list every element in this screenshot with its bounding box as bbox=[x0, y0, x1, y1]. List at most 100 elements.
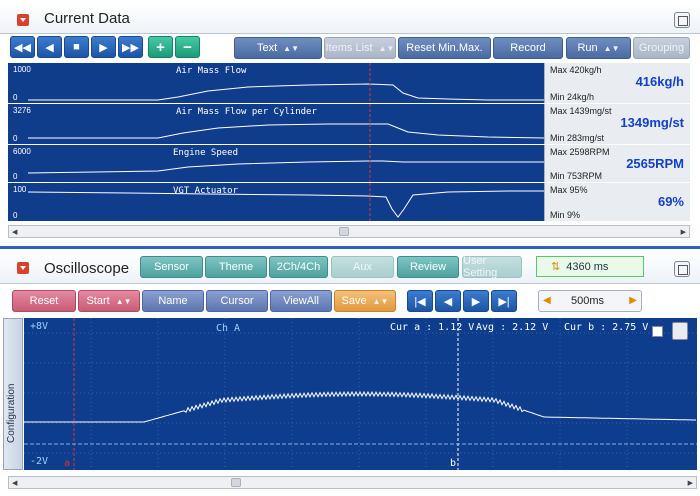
current-data-header: Current Data bbox=[0, 4, 700, 34]
channel-mode-label: 2Ch/4Ch bbox=[276, 261, 321, 273]
record-label: Record bbox=[510, 42, 546, 54]
updown-icon: ▲▼ bbox=[283, 43, 300, 53]
cursor-b-marker[interactable]: b bbox=[450, 458, 456, 469]
oscilloscope-display[interactable]: +8V -2V Ch A a b Cur a : 1.12 V Avg : 2.… bbox=[24, 318, 697, 470]
window-restore-icon[interactable] bbox=[674, 12, 690, 28]
channel-trace bbox=[28, 104, 544, 144]
channel-mode-tab[interactable]: 2Ch/4Ch bbox=[269, 256, 328, 278]
name-label: Name bbox=[158, 295, 188, 307]
fast-forward-button[interactable]: ▶▶ bbox=[118, 36, 143, 58]
updown-icon: ▲▼ bbox=[115, 296, 132, 306]
items-list-dropdown[interactable]: Items List ▲▼ bbox=[324, 37, 396, 59]
theme-tab[interactable]: Theme bbox=[205, 256, 267, 278]
review-tab[interactable]: Review bbox=[397, 256, 459, 278]
grouping-label: Grouping bbox=[638, 42, 685, 54]
min-value: Min 24kg/h bbox=[550, 92, 595, 102]
current-value: 1349mg/st bbox=[620, 115, 684, 130]
reset-button[interactable]: Reset bbox=[12, 290, 76, 312]
channel-label: Ch A bbox=[216, 323, 241, 334]
channel-strip-2[interactable]: 3276 0 Air Mass Flow per Cylinder Max 14… bbox=[8, 104, 690, 144]
scroll-thumb[interactable] bbox=[339, 227, 349, 236]
name-button[interactable]: Name bbox=[142, 290, 204, 312]
step-back-icon: ◀ bbox=[45, 41, 54, 54]
max-value: Max 1439mg/st bbox=[550, 106, 612, 116]
run-label: Run bbox=[577, 42, 598, 54]
upper-voltage-label: +8V bbox=[30, 321, 49, 332]
timebase-value: 500ms bbox=[571, 295, 605, 307]
current-data-title: Current Data bbox=[44, 10, 130, 27]
cursor-a-marker[interactable]: a bbox=[64, 458, 70, 469]
text-dropdown[interactable]: Text ▲▼ bbox=[234, 37, 322, 59]
last-frame-icon: ▶| bbox=[498, 295, 510, 308]
channel-info: Max 95% 69% Min 9% bbox=[544, 183, 690, 221]
menu-icon[interactable] bbox=[672, 322, 688, 340]
first-frame-button[interactable]: |◀ bbox=[407, 290, 433, 312]
collapse-icon[interactable] bbox=[17, 262, 29, 274]
timer-icon: ⇅ bbox=[551, 261, 561, 273]
save-dropdown[interactable]: Save ▲▼ bbox=[334, 290, 396, 312]
channel-trace bbox=[27, 145, 544, 182]
time-readout: ⇅ 4360 ms bbox=[536, 256, 644, 277]
rewind-icon: ◀◀ bbox=[14, 41, 31, 54]
cursor-label: Cursor bbox=[220, 295, 254, 307]
scroll-thumb[interactable] bbox=[231, 478, 241, 487]
updown-icon: ▲▼ bbox=[603, 43, 620, 53]
app-root: Current Data ◀◀ ◀ ■ ▶ ▶▶ + − Text ▲▼ Item… bbox=[0, 0, 700, 496]
view-all-label: ViewAll bbox=[283, 295, 319, 307]
sensor-tab[interactable]: Sensor bbox=[140, 256, 203, 278]
average-readout: Avg : 2.12 V bbox=[476, 322, 549, 333]
channel-strip-1[interactable]: 1000 0 Air Mass Flow Max 420kg/h 416kg/h… bbox=[8, 63, 690, 103]
current-data-scrollbar[interactable]: ◀ ▶ bbox=[8, 225, 690, 238]
updown-icon: ▲▼ bbox=[378, 43, 395, 53]
channel-trace bbox=[28, 63, 544, 103]
user-setting-label: User Setting bbox=[463, 255, 498, 279]
scroll-right-icon[interactable]: ▶ bbox=[681, 228, 686, 236]
timebase-increase-icon[interactable]: ▶ bbox=[629, 295, 637, 306]
plus-icon: + bbox=[156, 38, 165, 56]
max-value: Max 420kg/h bbox=[550, 65, 602, 75]
last-frame-button[interactable]: ▶| bbox=[491, 290, 517, 312]
channel-info: Max 2598RPM 2565RPM Min 753RPM bbox=[544, 145, 690, 182]
prev-frame-button[interactable]: ◀ bbox=[435, 290, 461, 312]
grouping-button[interactable]: Grouping bbox=[633, 37, 690, 59]
cursor-button[interactable]: Cursor bbox=[206, 290, 268, 312]
remove-button[interactable]: − bbox=[175, 36, 200, 58]
user-setting-tab[interactable]: User Setting bbox=[462, 255, 522, 279]
play-button[interactable]: ▶ bbox=[91, 36, 116, 58]
sensor-tab-label: Sensor bbox=[154, 261, 189, 273]
add-button[interactable]: + bbox=[148, 36, 173, 58]
channel-strip-3[interactable]: 6000 0 Engine Speed Max 2598RPM 2565RPM … bbox=[8, 145, 690, 182]
fast-forward-icon: ▶▶ bbox=[122, 41, 139, 54]
run-dropdown[interactable]: Run ▲▼ bbox=[566, 37, 631, 59]
configuration-tab[interactable]: Configuration bbox=[3, 318, 23, 470]
display-toggle-checkbox[interactable] bbox=[652, 326, 663, 337]
reset-label: Reset bbox=[29, 295, 59, 307]
min-value: Min 9% bbox=[550, 210, 581, 220]
record-button[interactable]: Record bbox=[493, 37, 563, 59]
channel-info: Max 1439mg/st 1349mg/st Min 283mg/st bbox=[544, 104, 690, 144]
first-frame-icon: |◀ bbox=[414, 295, 426, 308]
channel-strip-4[interactable]: 100 0 VGT Actuator Max 95% 69% Min 9% bbox=[8, 183, 690, 221]
scroll-right-icon[interactable]: ▶ bbox=[688, 479, 693, 487]
step-back-button[interactable]: ◀ bbox=[37, 36, 62, 58]
stop-button[interactable]: ■ bbox=[64, 36, 89, 58]
current-value: 69% bbox=[657, 194, 684, 209]
section-divider bbox=[0, 246, 700, 249]
timebase-selector[interactable]: ◀ 500ms ▶ bbox=[538, 290, 642, 312]
reset-minmax-button[interactable]: Reset Min.Max. bbox=[398, 37, 491, 59]
scroll-left-icon[interactable]: ◀ bbox=[12, 228, 17, 236]
next-frame-icon: ▶ bbox=[471, 295, 481, 308]
lower-voltage-label: -2V bbox=[30, 456, 49, 467]
current-value: 2565RPM bbox=[626, 156, 684, 171]
aux-tab[interactable]: Aux bbox=[331, 256, 394, 278]
scroll-left-icon[interactable]: ◀ bbox=[12, 479, 17, 487]
window-restore-icon[interactable] bbox=[674, 261, 690, 277]
rewind-button[interactable]: ◀◀ bbox=[10, 36, 35, 58]
prev-frame-icon: ◀ bbox=[443, 295, 453, 308]
next-frame-button[interactable]: ▶ bbox=[463, 290, 489, 312]
timebase-decrease-icon[interactable]: ◀ bbox=[543, 295, 551, 306]
oscilloscope-scrollbar[interactable]: ◀ ▶ bbox=[8, 476, 697, 489]
collapse-icon[interactable] bbox=[17, 14, 29, 26]
start-dropdown[interactable]: Start ▲▼ bbox=[78, 290, 140, 312]
view-all-button[interactable]: ViewAll bbox=[270, 290, 332, 312]
